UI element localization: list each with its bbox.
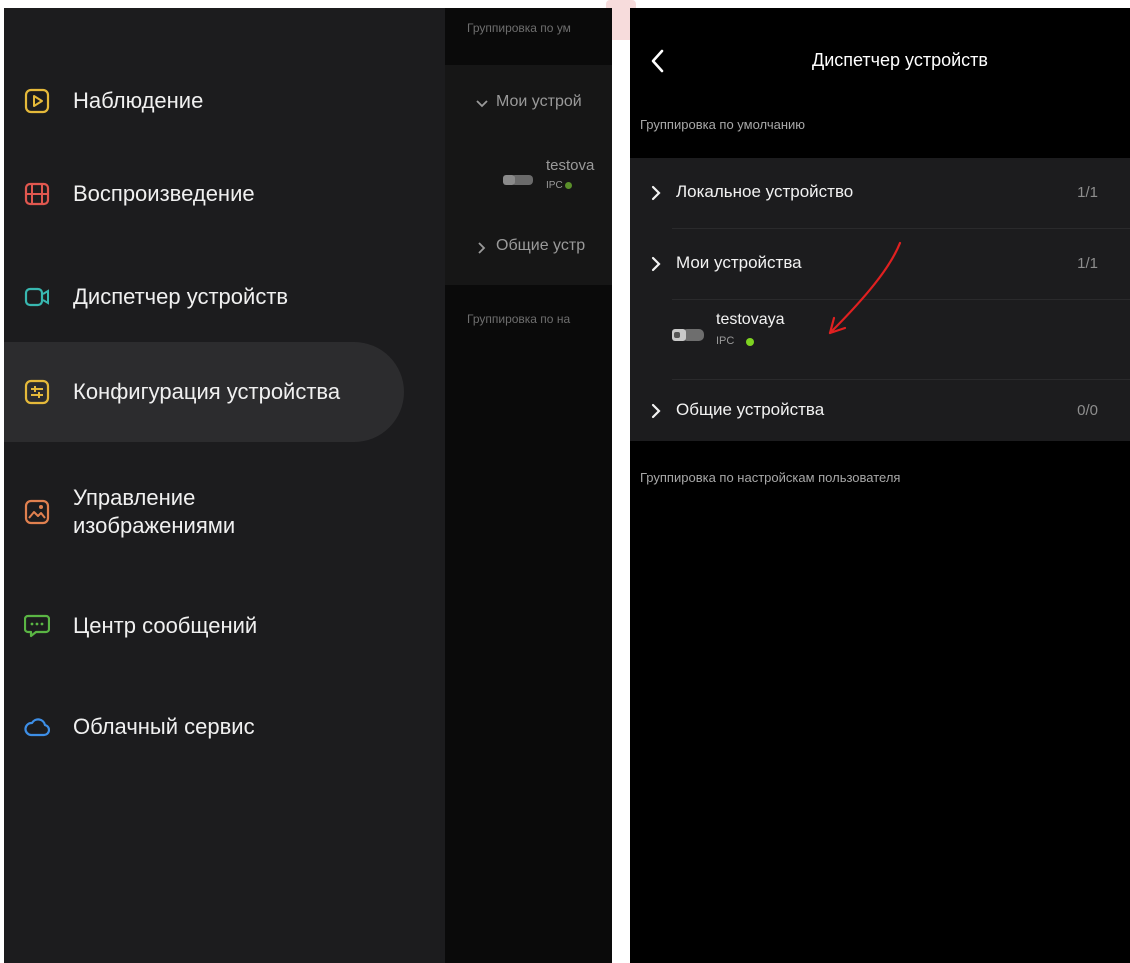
group-row-shared[interactable]: Общие устройства 0/0 [630, 380, 1130, 441]
group-my-devices-label: Мои устрой [496, 93, 582, 110]
group-label: Общие устройства [676, 400, 825, 419]
device-name: testova [546, 157, 595, 174]
device-type: IPC [716, 335, 735, 347]
online-status-dot [746, 338, 754, 346]
camera-icon [503, 175, 533, 185]
chevron-right-icon [651, 256, 661, 272]
menu-item-cloud-service[interactable]: Облачный сервис [4, 677, 404, 777]
device-name: testovaya [716, 311, 785, 328]
navigation-drawer: Наблюдение Воспроизведение Диспетчер уст… [4, 8, 445, 963]
chevron-down-icon [476, 100, 488, 108]
group-count: 1/1 [1077, 184, 1098, 201]
chat-icon [24, 613, 50, 639]
menu-item-device-manager[interactable]: Диспетчер устройств [4, 247, 404, 347]
group-count: 1/1 [1077, 255, 1098, 272]
film-icon [24, 181, 50, 207]
group-header-user: Группировка по на [467, 312, 571, 326]
menu-item-device-config[interactable]: Конфигурация устройства [4, 342, 404, 442]
left-phone-screen: Наблюдение Воспроизведение Диспетчер уст… [4, 8, 612, 963]
group-shared-label: Общие устр [496, 237, 586, 254]
menu-item-surveillance[interactable]: Наблюдение [4, 51, 404, 151]
menu-label: Конфигурация устройства [73, 379, 341, 404]
online-dot [565, 182, 572, 189]
chevron-right-icon [651, 185, 661, 201]
device-group-card: Мои устрой testova IPC Общие устр [445, 65, 612, 285]
background-device-list: Группировка по ум Мои устрой testova IPC… [445, 8, 612, 963]
right-phone-screen: Диспетчер устройств Группировка по умолч… [630, 8, 1130, 963]
menu-label: Воспроизведение [73, 181, 255, 206]
menu-label: Управление изображениями [73, 485, 236, 538]
menu-label: Диспетчер устройств [73, 284, 289, 309]
group-header-default: Группировка по ум [467, 21, 571, 35]
menu-item-message-center[interactable]: Центр сообщений [4, 576, 404, 676]
group-label: Мои устройства [676, 253, 802, 272]
sliders-icon [24, 379, 50, 405]
group-label: Локальное устройство [676, 182, 854, 201]
annotation-arrow [828, 241, 902, 335]
image-icon [24, 499, 50, 525]
menu-label: Облачный сервис [73, 714, 255, 739]
group-row-local[interactable]: Локальное устройство 1/1 [630, 158, 1130, 228]
chevron-right-icon [651, 403, 661, 419]
group-header-default: Группировка по умолчанию [640, 117, 806, 132]
group-count: 0/0 [1077, 402, 1098, 419]
cloud-icon [24, 714, 50, 740]
page-title: Диспетчер устройств [812, 50, 988, 70]
group-header-user: Группировка по настройскам пользователя [640, 470, 901, 485]
video-camera-icon [24, 284, 50, 310]
menu-label: Центр сообщений [73, 613, 258, 638]
menu-item-image-management[interactable]: Управление изображениями [4, 462, 404, 562]
menu-label: Наблюдение [73, 88, 204, 113]
camera-icon [672, 329, 704, 341]
menu-item-playback[interactable]: Воспроизведение [4, 144, 404, 244]
chevron-right-icon [478, 242, 486, 254]
device-type: IPC [546, 180, 563, 191]
play-box-icon [24, 88, 50, 114]
